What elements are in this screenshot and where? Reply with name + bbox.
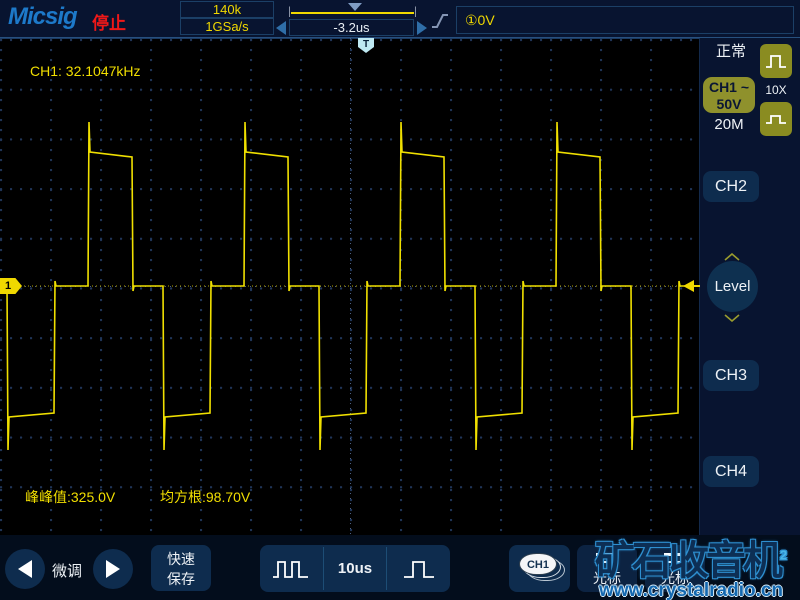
ch1-scale-badge[interactable]: CH1 ~ 50V	[703, 77, 755, 113]
cursor-menu-button[interactable]: 光标	[577, 545, 637, 592]
multi-pulse-icon	[273, 560, 309, 578]
quick-save-button[interactable]: 快速 保存	[151, 545, 211, 591]
ch4-button[interactable]: CH4	[703, 456, 759, 487]
timebase-zoom-in-button[interactable]	[387, 545, 450, 592]
menu2-button[interactable]: 光标	[645, 545, 705, 592]
level-button[interactable]: Level	[707, 261, 758, 312]
rms-measurement: 均方根:98.70V	[160, 489, 251, 505]
ch3-button[interactable]: CH3	[703, 360, 759, 391]
ch1-waveform-trace	[0, 121, 700, 451]
trigger-level-readout[interactable]: ①0V	[456, 6, 794, 34]
hpos-right-arrow-icon[interactable]	[417, 21, 427, 35]
fine-tune-label: 微调	[52, 563, 83, 580]
run-state-label[interactable]: 停止	[92, 9, 126, 34]
quick-save-line1: 快速	[167, 551, 195, 567]
trigger-channel-button[interactable]: CH1	[509, 545, 570, 592]
trigger-slope-rising-icon[interactable]	[430, 12, 450, 30]
slider-thumb-icon[interactable]	[348, 3, 362, 11]
hpos-left-arrow-icon[interactable]	[276, 21, 286, 35]
timebase-zoom-out-button[interactable]	[260, 545, 323, 592]
bandwidth-label: 20M	[714, 116, 744, 133]
two-lines-icon	[596, 553, 618, 563]
horizontal-position-readout[interactable]: -3.2us	[289, 19, 414, 36]
two-lines-icon	[664, 553, 686, 563]
memory-depth-readout: 140k	[180, 1, 274, 18]
trigger-mode-label[interactable]: 正常	[716, 40, 746, 61]
ch1-badge-line2: 50V	[716, 96, 742, 112]
slider-track	[291, 12, 414, 14]
probe-pulse-up-button[interactable]	[760, 44, 792, 78]
single-pulse-icon	[403, 560, 434, 578]
trigger-level-arrow-icon[interactable]	[683, 280, 694, 292]
menu2-label: 光标	[661, 570, 689, 586]
right-arrow-icon	[106, 560, 120, 578]
pulse-up-icon	[766, 55, 786, 68]
peak-to-peak-measurement: 峰峰值:325.0V	[25, 489, 116, 505]
pulse-down-icon	[766, 115, 786, 124]
probe-pulse-down-button[interactable]	[760, 102, 792, 136]
timebase-readout[interactable]: 10us	[324, 545, 387, 592]
sample-rate-readout: 1GSa/s	[180, 18, 274, 35]
level-chevron-down-icon[interactable]	[724, 314, 740, 322]
ch1-badge-line1: CH1 ~	[708, 79, 750, 95]
cursor-label: 光标	[593, 570, 621, 586]
horizontal-position-slider[interactable]	[289, 3, 416, 17]
ch2-button[interactable]: CH2	[703, 171, 759, 202]
trigger-channel-badge: CH1	[519, 553, 557, 575]
fine-tune-left-button[interactable]	[5, 549, 45, 589]
level-chevron-up-icon[interactable]	[724, 253, 740, 261]
quick-save-line2: 保存	[167, 571, 195, 587]
left-arrow-icon	[18, 560, 32, 578]
fine-tune-right-button[interactable]	[93, 549, 133, 589]
probe-attenuation-label: 10X	[765, 83, 787, 97]
ch1-frequency-readout: CH1: 32.1047kHz	[30, 63, 141, 79]
top-bar: Micsig 停止 140k 1GSa/s -3.2us ①0V	[0, 0, 800, 38]
timebase-group: 10us	[260, 545, 450, 592]
micsig-logo: Micsig	[8, 3, 78, 30]
